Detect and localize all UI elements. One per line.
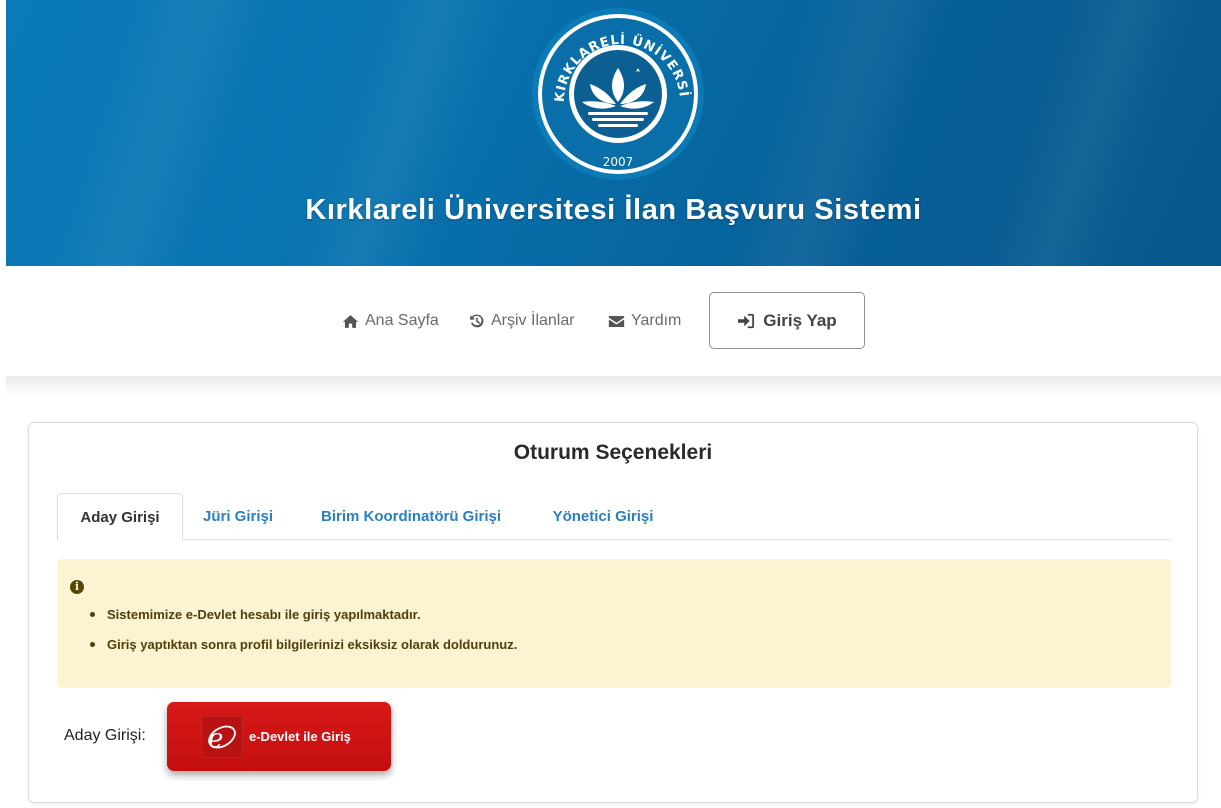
- candidate-login-label: Aday Girişi:: [64, 727, 146, 744]
- home-icon: [342, 314, 359, 328]
- nav-help[interactable]: Yardım: [608, 312, 681, 330]
- site-title: Kırklareli Üniversitesi İlan Başvuru Sis…: [305, 194, 922, 226]
- edevlet-login-button[interactable]: e e-Devlet ile Giriş: [167, 702, 391, 771]
- info-icon: i: [70, 580, 84, 594]
- login-button-label: Giriş Yap: [763, 310, 837, 330]
- nav-divider: [6, 376, 1221, 398]
- edevlet-logo-icon: e: [201, 715, 243, 758]
- tab-jury[interactable]: Jüri Girişi: [183, 493, 293, 540]
- university-logo: KIRKLARELİ ÜNİVERSİTESİ 2007: [525, 0, 706, 182]
- envelope-icon: [608, 315, 625, 327]
- edevlet-button-label: e-Devlet ile Giriş: [249, 729, 351, 744]
- history-icon: [470, 314, 484, 328]
- tab-administrator[interactable]: Yönetici Girişi: [529, 493, 677, 540]
- nav-archive[interactable]: Arşiv İlanlar: [469, 312, 575, 330]
- nav-help-label: Yardım: [631, 312, 682, 329]
- header-banner: KIRKLARELİ ÜNİVERSİTESİ 2007 Kırklareli …: [6, 0, 1221, 266]
- nav-home[interactable]: Ana Sayfa: [342, 312, 439, 330]
- login-button[interactable]: Giriş Yap: [709, 292, 865, 349]
- list-item: Giriş yaptıktan sonra profil bilgilerini…: [89, 637, 517, 652]
- login-tabs: Aday Girişi Jüri Girişi Birim Koordinatö…: [57, 493, 1171, 541]
- card-title: Oturum Seçenekleri: [513, 441, 713, 464]
- info-alert: i Sistemimize e-Devlet hesabı ile giriş …: [57, 559, 1171, 688]
- session-options-card: Oturum Seçenekleri Aday Girişi Jüri Giri…: [28, 422, 1198, 803]
- tab-candidate[interactable]: Aday Girişi: [57, 493, 183, 541]
- sign-in-icon: [738, 313, 755, 328]
- svg-text:2007: 2007: [603, 155, 634, 169]
- info-list: Sistemimize e-Devlet hesabı ile giriş ya…: [89, 607, 517, 667]
- tab-unit-coordinator[interactable]: Birim Koordinatörü Girişi: [293, 493, 529, 540]
- nav-archive-label: Arşiv İlanlar: [491, 312, 575, 329]
- list-item: Sistemimize e-Devlet hesabı ile giriş ya…: [89, 607, 517, 622]
- nav-home-label: Ana Sayfa: [365, 312, 439, 329]
